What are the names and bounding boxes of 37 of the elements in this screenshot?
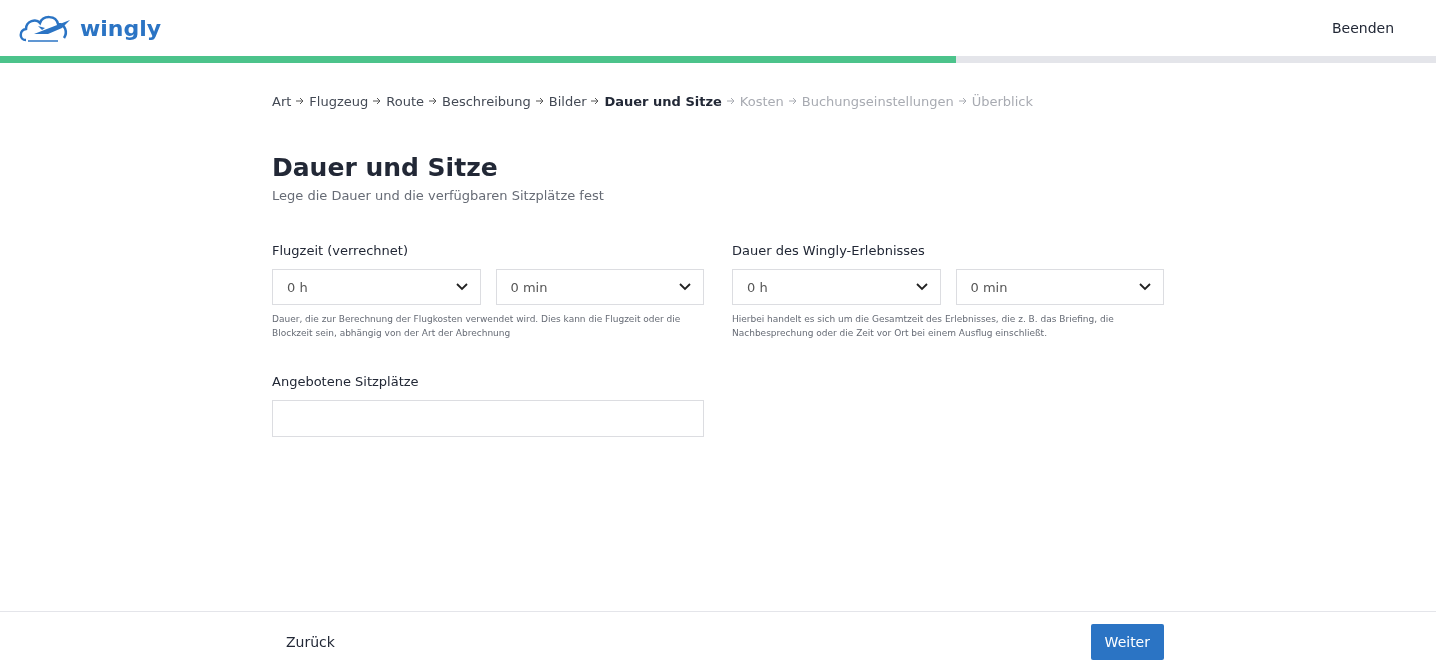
field-label: Dauer des Wingly-Erlebnisses — [732, 243, 926, 258]
arrow-right-icon — [788, 96, 797, 107]
arrow-right-icon — [535, 96, 544, 107]
arrow-right-icon — [373, 96, 382, 107]
page-subtitle: Lege die Dauer und die verfügbaren Sitzplätze fest — [272, 188, 605, 203]
breadcrumb-step: Kosten — [739, 94, 784, 109]
next-button[interactable]: Weiter — [1090, 624, 1164, 660]
chevron-down-icon — [455, 283, 468, 291]
logo-text: wingly — [80, 15, 162, 41]
chevron-down-icon — [679, 283, 691, 291]
seats-input-field[interactable] — [272, 400, 704, 437]
arrow-right-icon — [958, 96, 967, 107]
field-label: Angebotene Sitzplätze — [272, 374, 420, 389]
chevron-down-icon — [915, 283, 928, 291]
help-text: Dauer, die zur Berechnung der Flugkosten verwendet wird. Dies kann die Flugzeit oder die Blockzeit sein, abhängig von der Art der Abrechnung — [272, 313, 682, 340]
back-button[interactable]: Zurück — [272, 634, 349, 650]
help-text: Hierbei handelt es sich um die Gesamtzeit des Erlebnisses, die z. B. das Briefing, die Nachbesprechung oder die Zeit vor Ort bei einem Ausflug einschließt. — [732, 313, 1115, 340]
breadcrumb-step: Buchungseinstellungen — [801, 94, 954, 109]
breadcrumb-step: Dauer und Sitze — [604, 94, 722, 109]
field-label: Flugzeit (verrechnet) — [272, 243, 409, 258]
arrow-right-icon — [726, 96, 735, 107]
breadcrumb-step: Überblick — [971, 94, 1033, 109]
breadcrumb-step[interactable]: Flugzeug — [309, 94, 369, 109]
arrow-right-icon — [296, 96, 305, 107]
breadcrumb-step[interactable]: Beschreibung — [442, 94, 531, 109]
duration-select[interactable]: 0 h — [732, 269, 941, 305]
duration-select[interactable]: 0 h — [272, 269, 481, 305]
duration-select[interactable]: 0 min — [955, 269, 1164, 305]
breadcrumb-step[interactable]: Art — [272, 94, 292, 109]
duration-select[interactable]: 0 min — [495, 269, 704, 305]
breadcrumb-step[interactable]: Route — [386, 94, 424, 109]
exit-button[interactable]: Beenden — [1325, 19, 1400, 37]
page-title: Dauer und Sitze — [272, 153, 499, 182]
chevron-down-icon — [1139, 283, 1151, 291]
breadcrumb-step[interactable]: Bilder — [548, 94, 587, 109]
arrow-right-icon — [429, 96, 437, 107]
arrow-right-icon — [591, 96, 600, 107]
